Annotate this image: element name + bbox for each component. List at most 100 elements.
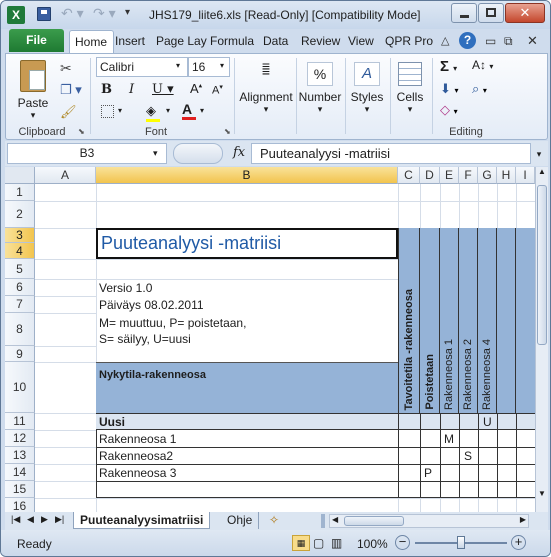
paste-button[interactable]: Paste ▾ [14,58,52,120]
row-header-9[interactable]: 9 [5,346,35,362]
column-header-c[interactable]: C [398,167,420,184]
row-header-16[interactable]: 16 [5,498,35,512]
minimize-button[interactable] [451,3,477,23]
part4-header-cell[interactable]: Rakenneosa 4 [478,228,497,413]
font-color-dropdown-icon[interactable]: ▾ [200,106,204,115]
tab-insert[interactable]: Insert [115,34,145,48]
legend-cell-line1[interactable]: M= muuttuu, P= poistetaan, [99,316,246,330]
tab-split-handle[interactable] [321,514,325,528]
mark-u-cell[interactable]: U [483,415,492,429]
insert-sheet-icon[interactable]: ✧ [269,513,279,527]
name-box-dropdown-icon[interactable]: ▾ [153,148,158,159]
save-icon[interactable] [37,7,51,21]
scroll-up-icon[interactable]: ▲ [536,167,548,181]
column-header-a[interactable]: A [35,167,96,184]
prev-sheet-icon[interactable]: ◀ [27,514,34,525]
alignment-button[interactable]: ≡ ≡ Alignment ▾ [238,58,294,122]
font-name-select[interactable]: Calibri [96,57,188,77]
fill-color-dropdown-icon[interactable]: ▾ [166,106,170,115]
row13-label-cell[interactable]: Rakenneosa2 [99,449,173,463]
workbook-minimize-icon[interactable]: ▭ [485,34,496,48]
mark-p-cell[interactable]: P [424,466,432,480]
row-header-15[interactable]: 15 [5,481,35,498]
row-header-2[interactable]: 2 [5,201,35,228]
page-break-view-icon[interactable]: ▥ [331,536,342,550]
font-name-dropdown-icon[interactable]: ▾ [176,61,180,70]
row-header-8[interactable]: 8 [5,313,35,346]
tab-file[interactable]: File [9,29,64,52]
horizontal-scroll-thumb[interactable] [344,516,404,526]
row-header-3[interactable]: 3 [5,228,35,243]
zoom-in-icon[interactable]: + [511,535,526,550]
row-header-7[interactable]: 7 [5,296,35,313]
formula-input[interactable]: Puuteanalyysi -matriisi [251,143,531,164]
borders-icon[interactable] [101,105,114,118]
row-header-5[interactable]: 5 [5,259,35,279]
row12-label-cell[interactable]: Rakenneosa 1 [99,432,176,446]
formula-bar-expand-handle[interactable] [173,143,223,164]
version-cell[interactable]: Versio 1.0 [99,281,152,295]
borders-dropdown-icon[interactable]: ▾ [118,106,122,115]
last-sheet-icon[interactable]: ▶| [55,514,64,525]
fill-color-icon[interactable]: ◈ [146,103,160,122]
vertical-scroll-thumb[interactable] [537,185,547,345]
next-sheet-icon[interactable]: ▶ [41,514,48,525]
horizontal-scrollbar[interactable]: ◀ ▶ [329,514,529,528]
copy-icon[interactable]: ❐ ▾ [60,82,82,98]
customize-qat-icon[interactable]: ▾ [125,7,130,18]
sort-filter-icon[interactable]: A↕ ▾ [472,58,493,72]
italic-button[interactable]: I [129,82,134,97]
current-state-header-cell[interactable]: Nykytila-rakenneosa [96,362,398,413]
zoom-slider-thumb[interactable] [457,536,465,549]
removed-header-cell[interactable]: Poistetaan [420,228,440,413]
row-header-4[interactable]: 4 [5,243,35,259]
clear-icon[interactable]: ◇ ▾ [440,102,458,118]
row-header-11[interactable]: 11 [5,413,35,430]
tab-home[interactable]: Home [69,30,115,54]
tab-formulas[interactable]: Formula [210,34,254,48]
scroll-down-icon[interactable]: ▼ [536,489,548,498]
tab-review[interactable]: Review [301,34,340,48]
sheet-tab-ohje[interactable]: Ohje [221,512,260,529]
styles-button[interactable]: A Styles ▾ [347,58,387,122]
legend-cell-line2[interactable]: S= säilyy, U=uusi [99,332,191,346]
font-launcher-icon[interactable]: ⬊ [224,127,231,136]
worksheet-grid[interactable]: A B C D E F G H I 1 2 3 4 5 6 7 8 9 10 1… [5,167,535,512]
fill-icon[interactable]: ⬇ ▾ [440,81,459,97]
row-header-6[interactable]: 6 [5,279,35,296]
column-header-i[interactable]: I [516,167,535,184]
mark-m-cell[interactable]: M [444,432,454,446]
column-header-b[interactable]: B [96,167,398,184]
column-header-d[interactable]: D [420,167,440,184]
close-button[interactable]: ✕ [505,3,545,23]
undo-icon[interactable]: ↶ ▾ [61,5,84,22]
zoom-level[interactable]: 100% [357,537,388,551]
insert-function-icon[interactable]: fx [233,145,245,160]
row-header-10[interactable]: 10 [5,362,35,413]
empty-header-cell-h[interactable] [497,228,516,413]
column-header-h[interactable]: H [497,167,516,184]
row-header-1[interactable]: 1 [5,184,35,201]
scroll-left-icon[interactable]: ◀ [332,515,338,524]
normal-view-icon[interactable]: ▦ [292,535,310,551]
vertical-scrollbar[interactable]: ▲ ▼ [535,167,548,512]
column-header-e[interactable]: E [440,167,459,184]
help-icon[interactable]: ? [459,32,476,49]
column-header-g[interactable]: G [478,167,497,184]
minimize-ribbon-icon[interactable]: △ [441,34,449,47]
row14-label-cell[interactable]: Rakenneosa 3 [99,466,176,480]
tab-view[interactable]: View [348,34,374,48]
first-sheet-icon[interactable]: |◀ [11,514,20,525]
select-all-corner[interactable] [5,167,35,184]
name-box[interactable]: B3 [7,143,167,164]
part2-header-cell[interactable]: Rakenneosa 2 [459,228,478,413]
tab-page-layout[interactable]: Page Lay [156,34,207,48]
shrink-font-icon[interactable]: A▾ [212,83,223,97]
font-size-dropdown-icon[interactable]: ▾ [220,61,224,70]
sheet-title-cell[interactable]: Puuteanalyysi -matriisi [96,228,398,259]
grow-font-icon[interactable]: A▴ [190,81,202,96]
find-select-icon[interactable]: ⌕ ▾ [472,81,487,97]
zoom-out-icon[interactable]: − [395,535,410,550]
expand-formula-bar-icon[interactable]: ▾ [533,145,545,163]
date-cell[interactable]: Päiväys 08.02.2011 [99,298,204,312]
